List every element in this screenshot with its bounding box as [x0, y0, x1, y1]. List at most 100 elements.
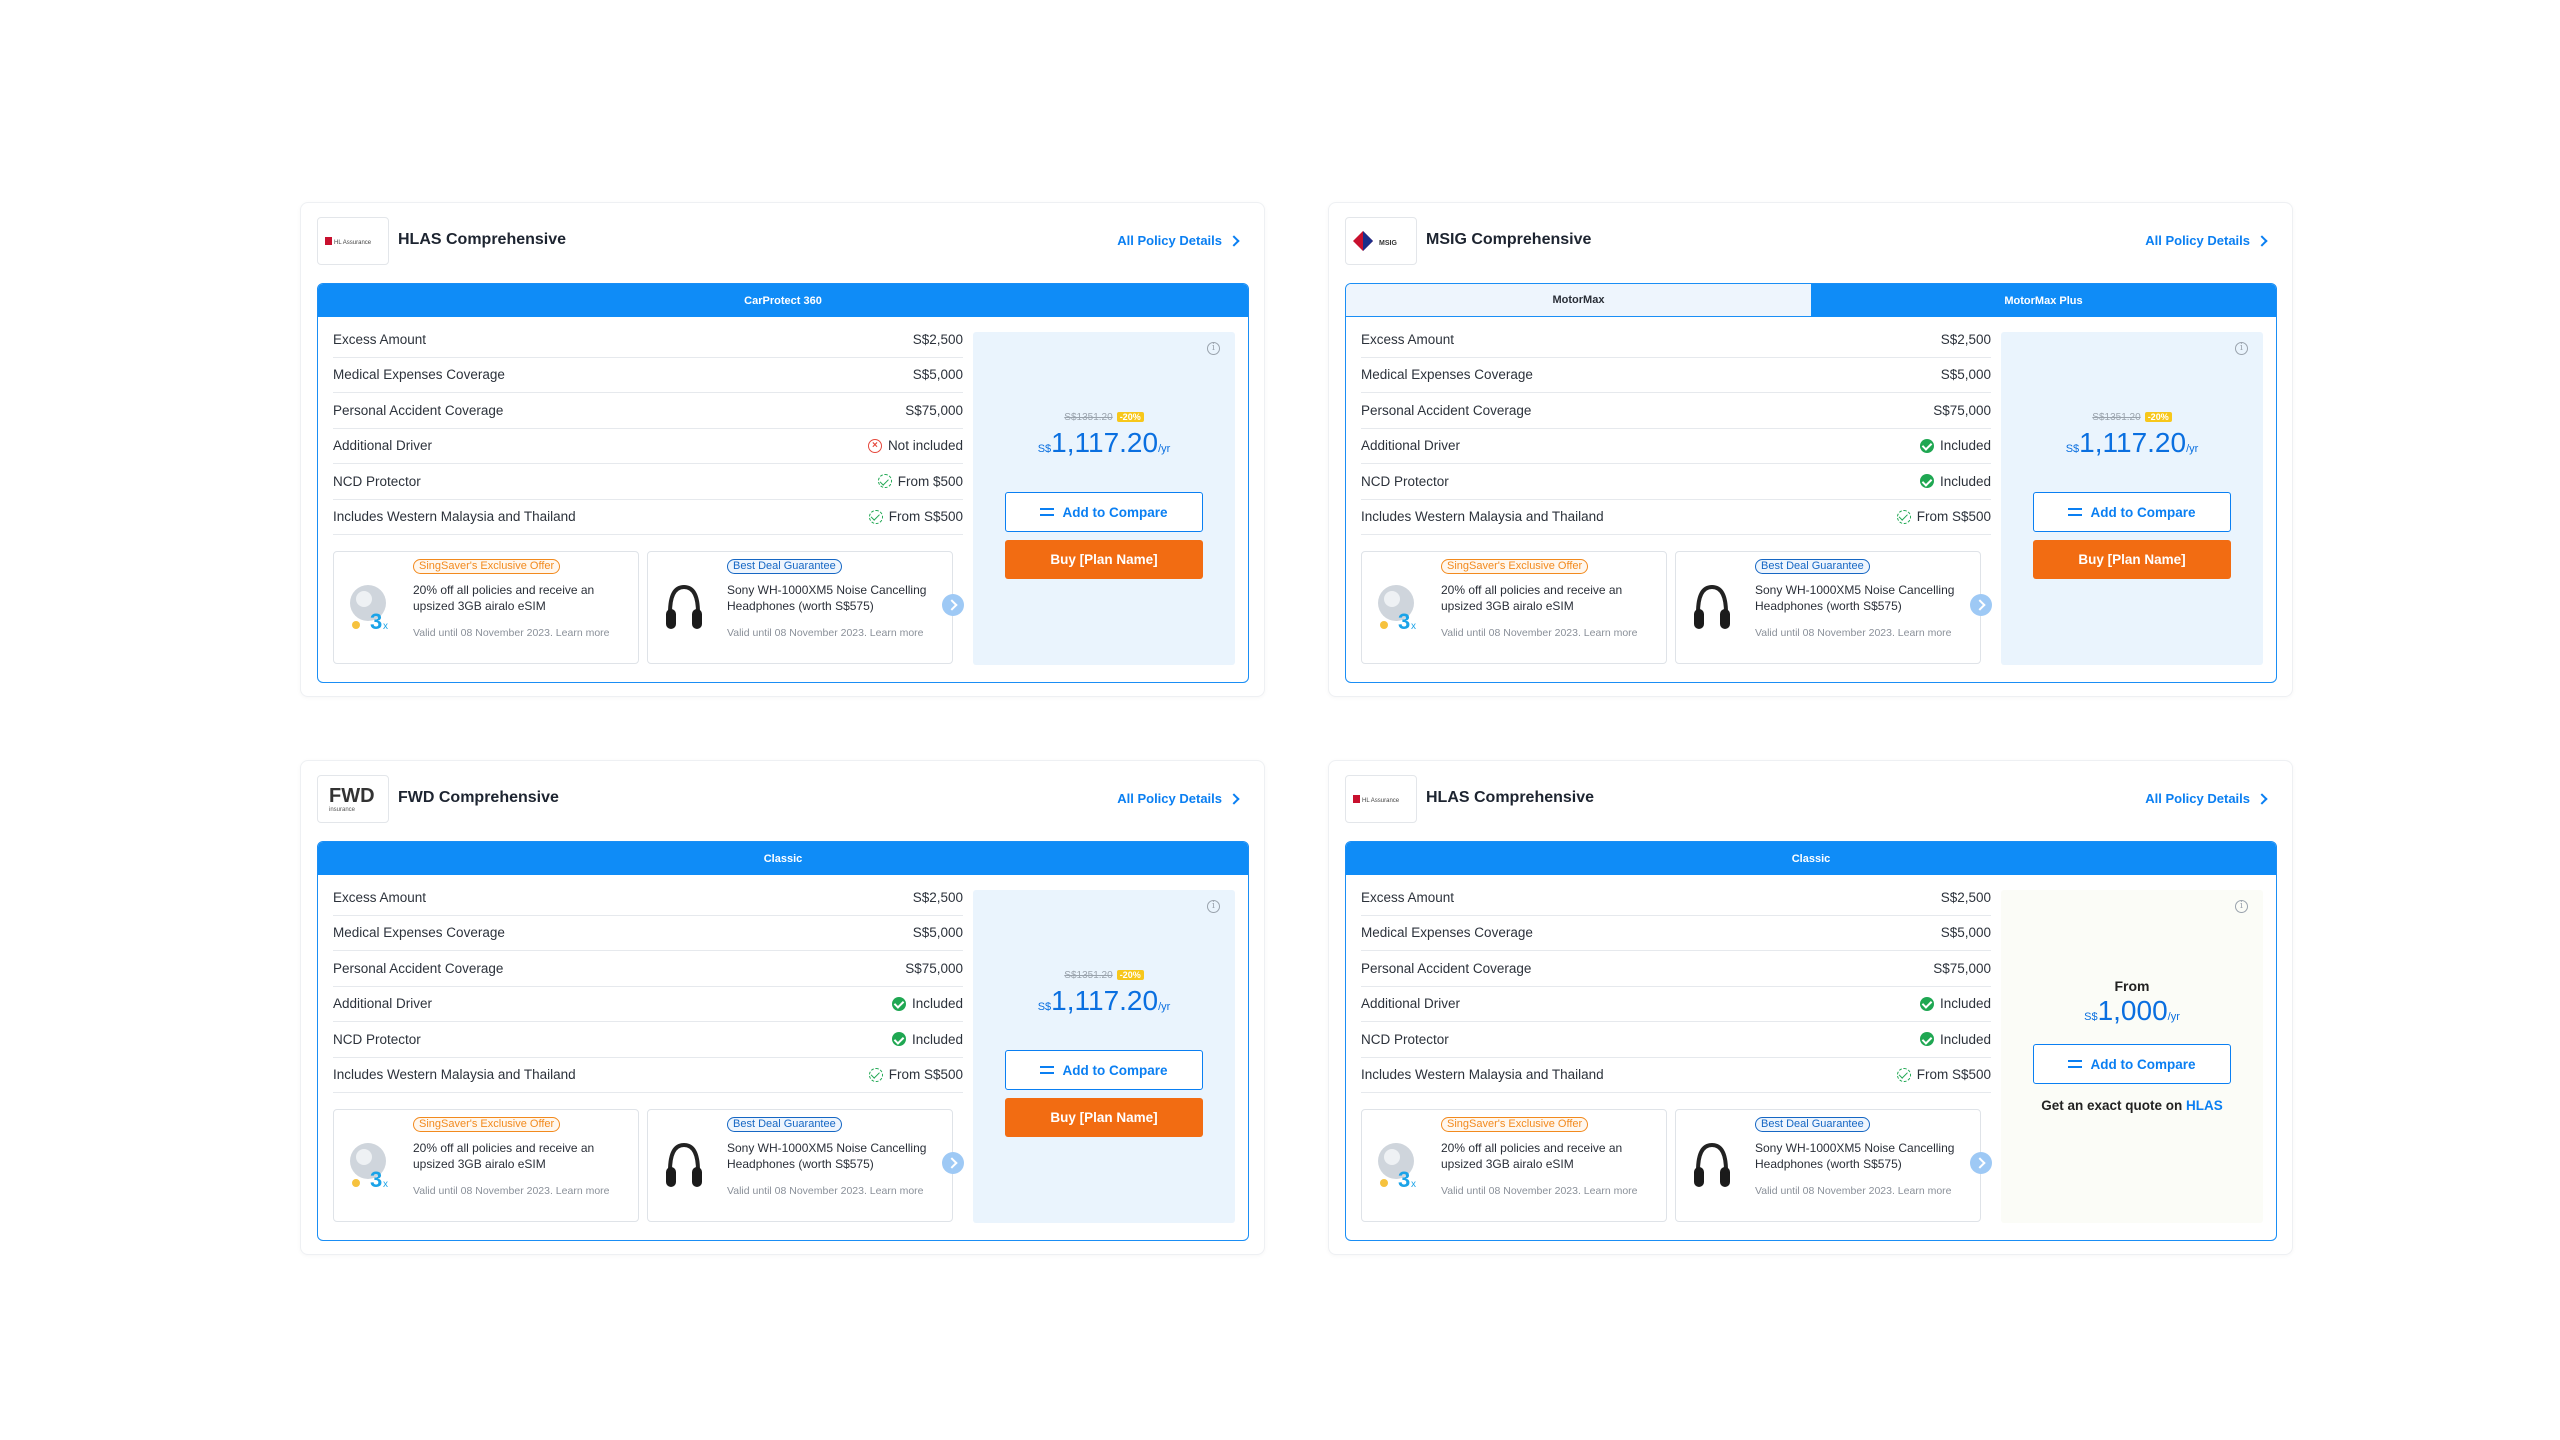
coverage-row: Includes Western Malaysia and Thailand Fr… — [1361, 1058, 1991, 1093]
add-to-compare-button[interactable]: Add to Compare — [2033, 1044, 2231, 1084]
row-value: From S$500 — [1916, 1067, 1991, 1083]
offers-next-button[interactable] — [1970, 1152, 1992, 1174]
info-icon[interactable]: i — [1207, 342, 1220, 355]
row-label: Personal Accident Coverage — [333, 960, 504, 976]
coverage-row: Additional Driver Included — [1361, 429, 1991, 464]
row-label: Additional Driver — [1361, 438, 1461, 454]
row-value: Included — [1939, 473, 1991, 489]
offer-card-headphones[interactable]: Best Deal Guarantee Sony WH-1000XM5 Nois… — [647, 1109, 953, 1222]
hlas-quote-link[interactable]: HLAS — [2186, 1098, 2223, 1113]
buy-button[interactable]: Buy [Plan Name] — [2033, 540, 2231, 579]
row-label: Excess Amount — [333, 331, 427, 347]
offer-description: 20% off all policies and receive an upsi… — [413, 583, 595, 613]
partial-check-icon — [1896, 1067, 1911, 1082]
partial-check-icon — [877, 474, 892, 489]
svg-text:x: x — [383, 621, 388, 632]
row-label: Excess Amount — [1361, 331, 1455, 347]
offers-next-button[interactable] — [1970, 594, 1992, 616]
add-to-compare-button[interactable]: Add to Compare — [1005, 492, 1203, 532]
esim-3x-icon: 3x — [340, 1124, 400, 1206]
info-icon[interactable]: i — [2235, 900, 2248, 913]
add-to-compare-button[interactable]: Add to Compare — [2033, 492, 2231, 532]
price-amount: 1,117.20 — [1051, 427, 1159, 458]
offer-card-esim[interactable]: 3x SingSaver's Exclusive Offer 20% off a… — [333, 1109, 639, 1222]
row-label: NCD Protector — [333, 473, 421, 489]
tab-motormax[interactable]: MotorMax — [1346, 284, 1811, 317]
from-label: From — [2114, 978, 2150, 994]
buy-button[interactable]: Buy [Plan Name] — [1005, 1098, 1203, 1137]
svg-text:3: 3 — [370, 1167, 382, 1192]
offer-card-headphones[interactable]: Best Deal Guarantee Sony WH-1000XM5 Nois… — [1675, 1109, 1981, 1222]
row-label: Medical Expenses Coverage — [333, 367, 505, 383]
row-value: Included — [1939, 996, 1991, 1012]
quote-note: Get an exact quote on HLAS — [2001, 1098, 2263, 1113]
row-label: Medical Expenses Coverage — [1361, 367, 1533, 383]
tab-motormax-plus[interactable]: MotorMax Plus — [1811, 284, 2276, 317]
price-amount: 1,000 — [2097, 995, 2168, 1026]
old-price: S$1351.20 — [2092, 412, 2141, 423]
offer-card-esim[interactable]: 3x SingSaver's Exclusive Offer 20% off a… — [1361, 551, 1667, 664]
coverage-row: Personal Accident Coverage S$75,000 — [1361, 393, 1991, 429]
all-policy-details-link[interactable]: All Policy Details — [1117, 233, 1248, 248]
policy-card-hlas-1: HL Assurance HLAS Comprehensive All Poli… — [300, 202, 1265, 697]
card-title: HLAS Comprehensive — [1426, 789, 1595, 806]
tab-carprotect-360[interactable]: CarProtect 360 — [318, 284, 1248, 317]
offer-description: 20% off all policies and receive an upsi… — [1441, 1141, 1623, 1171]
buy-button[interactable]: Buy [Plan Name] — [1005, 540, 1203, 579]
all-policy-details-link[interactable]: All Policy Details — [1117, 791, 1248, 806]
row-value: S$75,000 — [905, 402, 963, 418]
offer-card-headphones[interactable]: Best Deal Guarantee Sony WH-1000XM5 Nois… — [647, 551, 953, 664]
coverage-row: Excess Amount S$2,500 — [333, 880, 963, 916]
plan-box: Classic Excess Amount S$2,500 Medical Exp… — [1345, 841, 2277, 1241]
coverage-row: Personal Accident Coverage S$75,000 — [333, 951, 963, 987]
details-link-label: All Policy Details — [2145, 791, 2250, 806]
price-currency: S$ — [2065, 443, 2080, 455]
check-icon — [1919, 1032, 1934, 1047]
check-icon — [891, 1032, 906, 1047]
coverage-row: NCD Protector Included — [1361, 464, 1991, 500]
row-value: From $500 — [897, 473, 963, 489]
coverage-row: Medical Expenses Coverage S$5,000 — [1361, 358, 1991, 393]
details-link-label: All Policy Details — [2145, 233, 2250, 248]
check-icon — [1919, 996, 1934, 1011]
row-value: S$2,500 — [912, 331, 963, 347]
row-label: Personal Accident Coverage — [1361, 402, 1532, 418]
best-deal-badge: Best Deal Guarantee — [727, 1117, 842, 1132]
all-policy-details-link[interactable]: All Policy Details — [2145, 791, 2276, 806]
row-value: From S$500 — [1916, 509, 1991, 525]
offer-validity: Valid until 08 November 2023. Learn more — [1441, 1185, 1638, 1197]
row-value: S$5,000 — [1940, 367, 1991, 383]
offer-card-headphones[interactable]: Best Deal Guarantee Sony WH-1000XM5 Nois… — [1675, 551, 1981, 664]
offer-description: 20% off all policies and receive an upsi… — [1441, 583, 1623, 613]
offer-card-esim[interactable]: 3x SingSaver's Exclusive Offer 20% off a… — [333, 551, 639, 664]
svg-text:insurance: insurance — [329, 807, 356, 813]
compare-label: Add to Compare — [2090, 504, 2196, 520]
details-link-label: All Policy Details — [1117, 791, 1222, 806]
row-value: From S$500 — [888, 1067, 963, 1083]
add-to-compare-button[interactable]: Add to Compare — [1005, 1050, 1203, 1090]
price-period: /yr — [1158, 1001, 1171, 1013]
offers-next-button[interactable] — [942, 1152, 964, 1174]
hl-assurance-logo-icon: HL Assurance — [325, 237, 372, 246]
tab-classic[interactable]: Classic — [318, 842, 1248, 875]
row-value: Included — [911, 1031, 963, 1047]
price-currency: S$ — [2084, 1011, 2098, 1023]
check-icon — [1919, 438, 1934, 453]
esim-3x-icon: 3x — [1368, 1124, 1428, 1206]
info-icon[interactable]: i — [2235, 342, 2248, 355]
compare-icon — [2068, 507, 2083, 517]
hlas-logo: HL Assurance — [1345, 775, 1417, 823]
row-label: Personal Accident Coverage — [333, 402, 504, 418]
all-policy-details-link[interactable]: All Policy Details — [2145, 233, 2276, 248]
coverage-row: Additional Driver Included — [1361, 987, 1991, 1022]
offers-next-button[interactable] — [942, 594, 964, 616]
old-price: S$1351.20 — [1064, 412, 1113, 423]
msig-logo: MSIG — [1345, 217, 1417, 265]
info-icon[interactable]: i — [1207, 900, 1220, 913]
price-panel: i From S$1,000/yr Add to Compare Get an … — [2001, 890, 2263, 1223]
coverage-row: Medical Expenses Coverage S$5,000 — [1361, 916, 1991, 951]
offer-card-esim[interactable]: 3x SingSaver's Exclusive Offer 20% off a… — [1361, 1109, 1667, 1222]
svg-text:MSIG: MSIG — [1379, 240, 1397, 247]
tab-classic[interactable]: Classic — [1346, 842, 2276, 875]
offer-validity: Valid until 08 November 2023. Learn more — [727, 1185, 924, 1197]
